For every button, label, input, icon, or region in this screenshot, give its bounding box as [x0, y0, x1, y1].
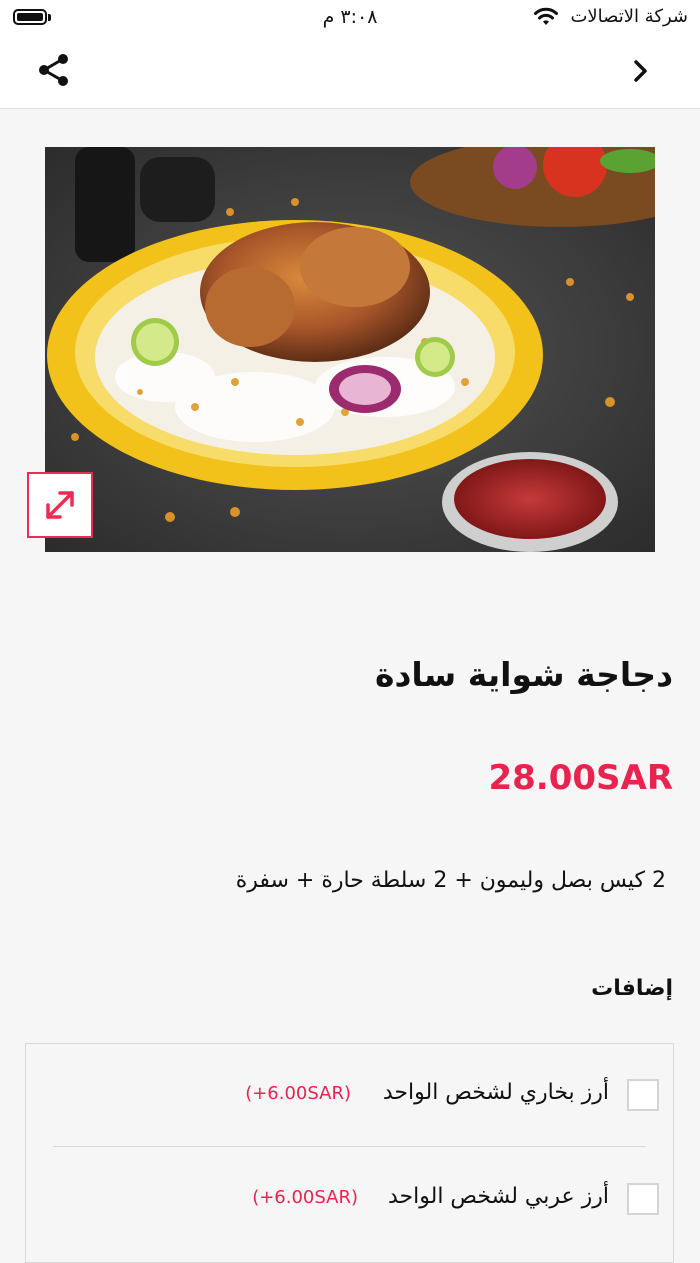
addons-list: أرز بخاري لشخص الواحد (+6.00SAR) أرز عرب…: [25, 1043, 674, 1263]
battery-tip: [48, 14, 51, 21]
expand-icon: [46, 491, 74, 519]
nav-bar: [0, 36, 700, 109]
addon-label: أرز عربي لشخص الواحد: [388, 1184, 609, 1209]
product-description: 2 كيس بصل وليمون + 2 سلطة حارة + سفرة: [235, 868, 666, 893]
addon-label: أرز بخاري لشخص الواحد: [382, 1080, 609, 1105]
expand-image-button[interactable]: [27, 472, 93, 538]
food-illustration: [45, 147, 655, 552]
addon-price: (+6.00SAR): [245, 1083, 351, 1104]
addon-checkbox[interactable]: [627, 1183, 659, 1215]
divider: [53, 1146, 646, 1147]
addon-price: (+6.00SAR): [252, 1187, 358, 1208]
status-bar: ٣:٠٨ م شركة الاتصالات: [0, 0, 700, 36]
wifi-icon: [534, 7, 558, 25]
product-image: [45, 147, 655, 552]
status-time: ٣:٠٨ م: [322, 6, 378, 28]
chevron-right-icon[interactable]: [626, 56, 656, 86]
addon-option[interactable]: أرز عربي لشخص الواحد (+6.00SAR): [26, 1148, 673, 1248]
carrier-name: شركة الاتصالات: [570, 6, 688, 27]
addons-title: إضافات: [591, 976, 673, 1001]
addon-option[interactable]: أرز بخاري لشخص الواحد (+6.00SAR): [26, 1044, 673, 1144]
battery-icon: [13, 9, 47, 25]
product-title: دجاجة شواية سادة: [375, 655, 673, 694]
share-icon[interactable]: [36, 52, 72, 88]
product-price: 28.00SAR: [488, 758, 673, 798]
addon-checkbox[interactable]: [627, 1079, 659, 1111]
